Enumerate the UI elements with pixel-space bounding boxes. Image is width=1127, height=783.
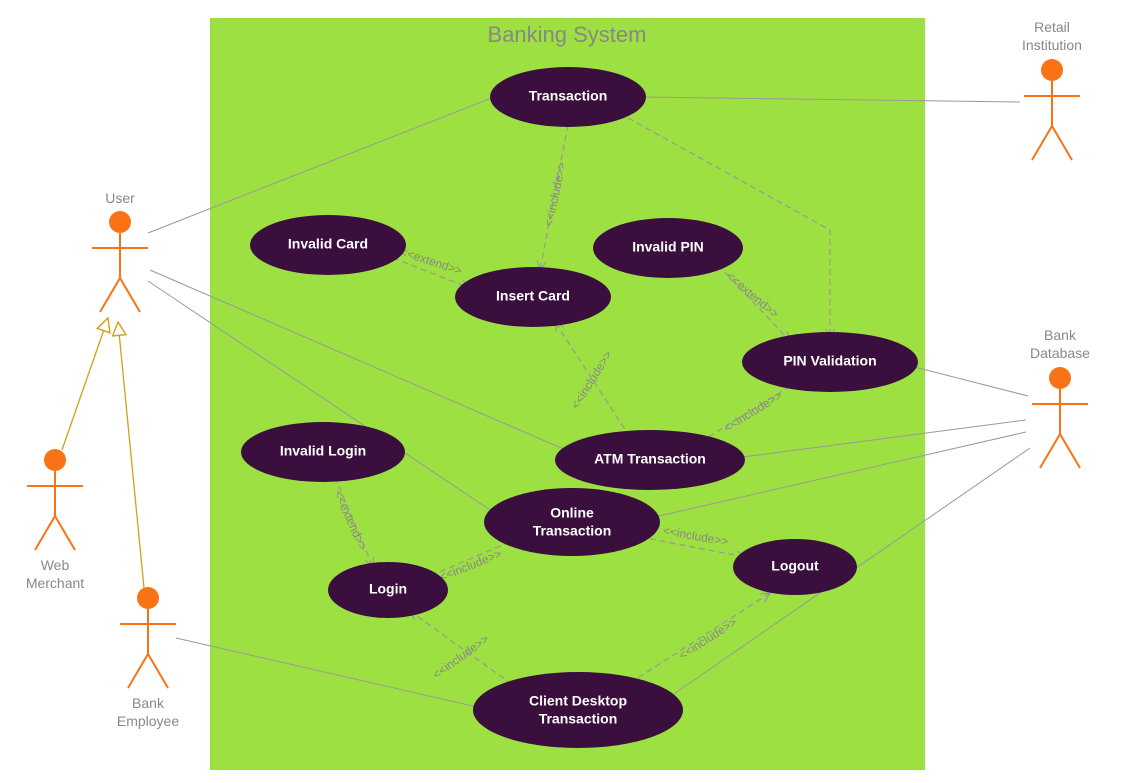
usecase-online-transaction: Online Transaction bbox=[484, 488, 660, 556]
actor-bank-database: Bank Database bbox=[1030, 327, 1090, 468]
actor-retail-label1: Retail bbox=[1034, 19, 1070, 35]
actor-web-merchant: Web Merchant bbox=[26, 449, 84, 591]
actor-bank-employee-label2: Employee bbox=[117, 713, 179, 729]
actor-bank-employee-label1: Bank bbox=[132, 695, 165, 711]
svg-text:ATM Transaction: ATM Transaction bbox=[594, 451, 706, 467]
actor-user: User bbox=[92, 190, 148, 312]
actor-bankdb-label2: Database bbox=[1030, 345, 1090, 361]
usecase-transaction: Transaction bbox=[490, 67, 646, 127]
actor-retail-label2: Institution bbox=[1022, 37, 1082, 53]
svg-text:Insert Card: Insert Card bbox=[496, 288, 570, 304]
svg-text:Transaction: Transaction bbox=[533, 523, 612, 539]
actor-retail-institution: Retail Institution bbox=[1022, 19, 1082, 160]
usecase-invalid-card: Invalid Card bbox=[250, 215, 406, 275]
usecase-pin-validation: PIN Validation bbox=[742, 332, 918, 392]
svg-text:Logout: Logout bbox=[771, 558, 819, 574]
svg-text:Online: Online bbox=[550, 505, 594, 521]
actor-web-merchant-label2: Merchant bbox=[26, 575, 84, 591]
svg-text:Invalid Login: Invalid Login bbox=[280, 443, 366, 459]
actor-bank-employee: Bank Employee bbox=[117, 587, 179, 729]
svg-text:Transaction: Transaction bbox=[539, 711, 618, 727]
system-title: Banking System bbox=[488, 22, 647, 47]
usecase-client-desktop: Client Desktop Transaction bbox=[473, 672, 683, 748]
actor-user-label: User bbox=[105, 190, 135, 206]
svg-text:PIN Validation: PIN Validation bbox=[783, 353, 876, 369]
usecase-diagram: Banking System User Web Merchant Bank Em… bbox=[0, 0, 1127, 783]
svg-text:Invalid Card: Invalid Card bbox=[288, 236, 368, 252]
actor-web-merchant-label1: Web bbox=[41, 557, 70, 573]
svg-text:Client Desktop: Client Desktop bbox=[529, 693, 627, 709]
actor-bankdb-label1: Bank bbox=[1044, 327, 1077, 343]
svg-text:Login: Login bbox=[369, 581, 407, 597]
usecase-atm-transaction: ATM Transaction bbox=[555, 430, 745, 490]
svg-text:Transaction: Transaction bbox=[529, 88, 608, 104]
usecase-invalid-pin: Invalid PIN bbox=[593, 218, 743, 278]
usecase-invalid-login: Invalid Login bbox=[241, 422, 405, 482]
svg-text:Invalid PIN: Invalid PIN bbox=[632, 239, 704, 255]
usecase-insert-card: Insert Card bbox=[455, 267, 611, 327]
usecase-logout: Logout bbox=[733, 539, 857, 595]
usecase-login: Login bbox=[328, 562, 448, 618]
